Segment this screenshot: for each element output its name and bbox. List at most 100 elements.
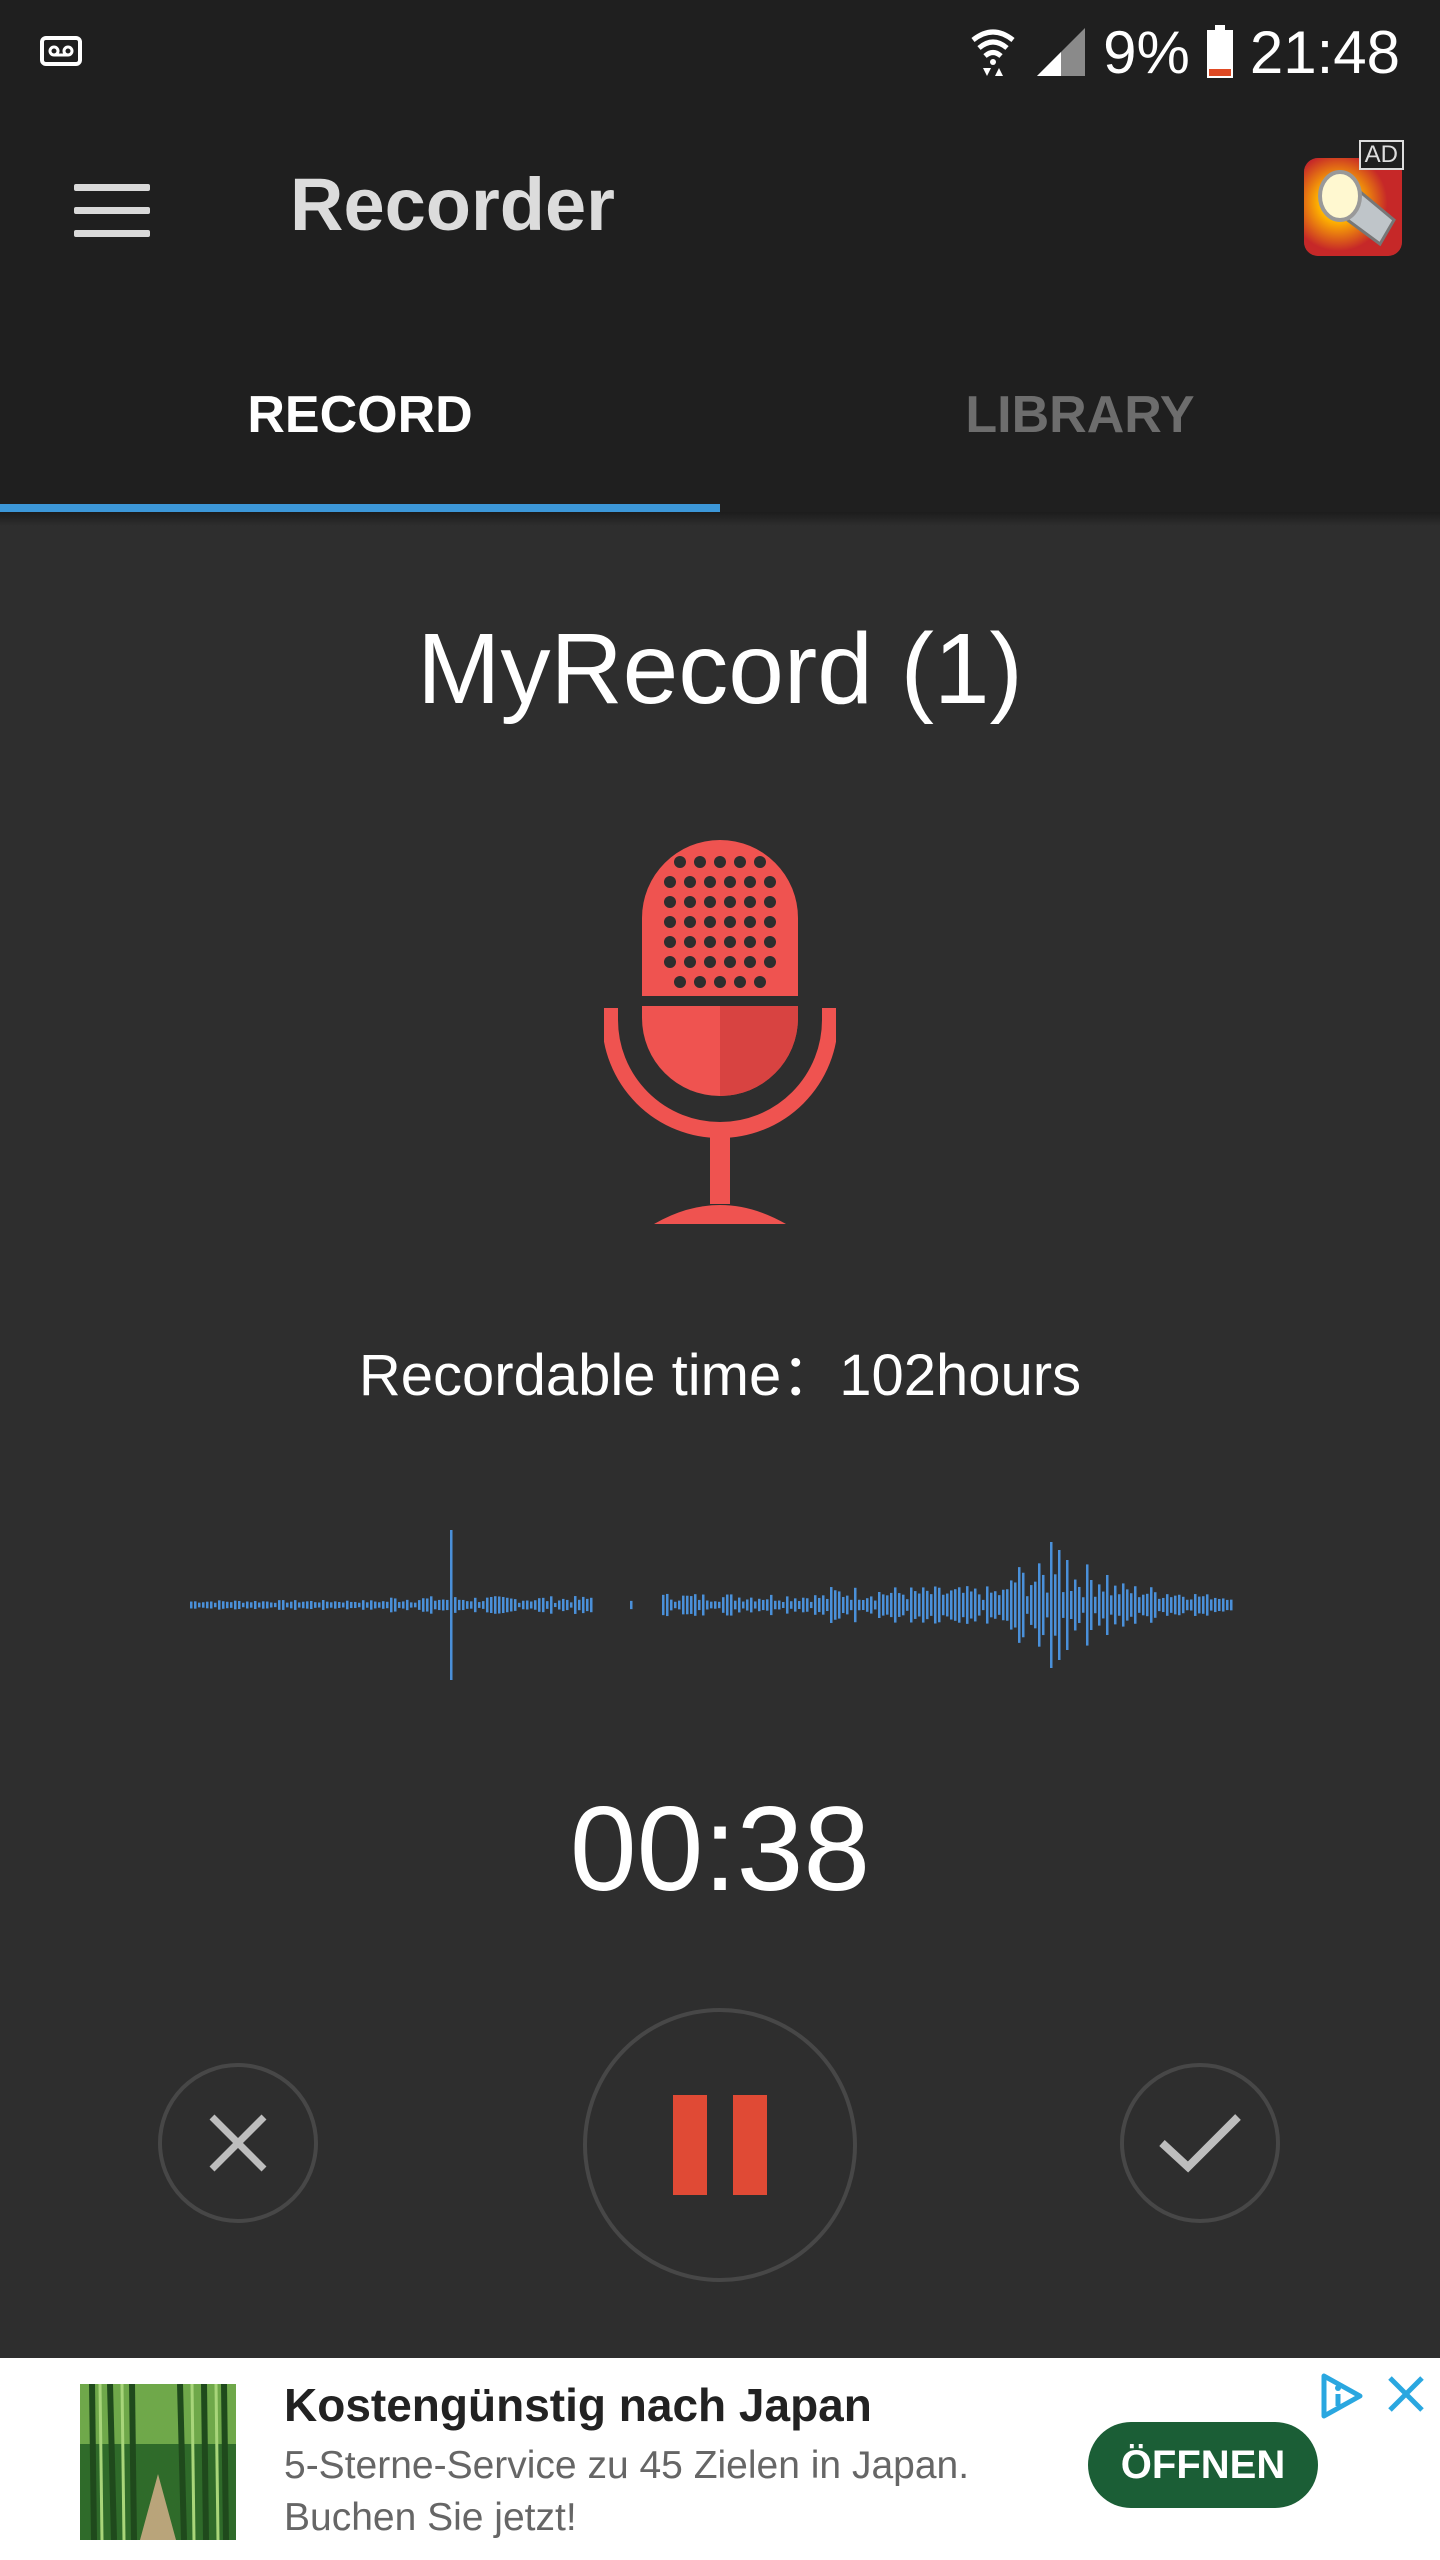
tab-library[interactable]: LIBRARY	[720, 318, 1440, 512]
waveform-bar	[662, 1594, 665, 1616]
waveform-bar	[274, 1602, 277, 1608]
waveform-bar	[402, 1601, 405, 1609]
waveform-bar	[870, 1596, 873, 1614]
waveform-bar	[1018, 1567, 1021, 1643]
waveform-bar	[1086, 1564, 1089, 1646]
waveform-bar	[1182, 1596, 1185, 1614]
waveform-bar	[302, 1601, 305, 1609]
waveform-bar	[1102, 1591, 1105, 1619]
waveform-bar	[306, 1601, 309, 1609]
waveform-bar	[198, 1602, 201, 1608]
waveform-bar	[706, 1600, 709, 1610]
tab-shadow	[0, 512, 1440, 526]
waveform-bar	[250, 1602, 253, 1608]
waveform-bar	[930, 1594, 933, 1616]
waveform-bar	[470, 1601, 473, 1609]
waveform-bar	[822, 1595, 825, 1615]
cancel-button[interactable]	[158, 2063, 318, 2223]
waveform-bar	[1206, 1594, 1209, 1616]
waveform-bar	[846, 1595, 849, 1615]
waveform-bar	[254, 1600, 257, 1610]
waveform-bar	[334, 1601, 337, 1609]
waveform-bar	[1002, 1589, 1005, 1621]
waveform-bar	[842, 1596, 845, 1614]
waveform-bar	[670, 1599, 673, 1611]
waveform-bar	[1214, 1597, 1217, 1613]
waveform-bar	[690, 1596, 693, 1614]
pause-button[interactable]	[583, 2008, 857, 2282]
waveform-bar	[458, 1599, 461, 1611]
waveform-bar	[390, 1597, 393, 1613]
waveform-bar	[314, 1602, 317, 1608]
waveform-bar	[1038, 1563, 1041, 1647]
waveform-bar	[958, 1587, 961, 1623]
tab-record[interactable]: RECORD	[0, 318, 720, 512]
menu-button[interactable]	[58, 174, 168, 254]
waveform-bar	[790, 1601, 793, 1609]
waveform-bar	[494, 1596, 497, 1614]
waveform-bar	[414, 1602, 417, 1608]
ad-banner[interactable]: Kostengünstig nach Japan 5-Sterne-Servic…	[0, 2358, 1440, 2560]
waveform-bar	[910, 1587, 913, 1623]
waveform-bar	[530, 1601, 533, 1609]
ad-open-button[interactable]: ÖFFNEN	[1088, 2422, 1318, 2508]
ad-body: 5-Sterne-Service zu 45 Zielen in Japan. …	[284, 2444, 970, 2539]
waveform-bar	[438, 1599, 441, 1611]
ad-headline: Kostengünstig nach Japan	[284, 2379, 872, 2431]
waveform-bar	[326, 1601, 329, 1609]
waveform-bar	[386, 1601, 389, 1609]
waveform-bar	[338, 1602, 341, 1608]
adchoices-icon[interactable]	[1318, 2372, 1366, 2420]
waveform-bar	[702, 1594, 705, 1616]
waveform-bar	[1006, 1589, 1009, 1621]
waveform-bar	[570, 1602, 573, 1608]
hamburger-icon-line	[74, 230, 150, 237]
waveform-bar	[586, 1598, 589, 1612]
waveform-bar	[774, 1600, 777, 1610]
waveform-bar	[678, 1600, 681, 1610]
waveform-bar	[566, 1599, 569, 1611]
waveform-bar	[538, 1598, 541, 1612]
waveform-bar	[1082, 1597, 1085, 1613]
save-button[interactable]	[1120, 2063, 1280, 2223]
waveform-bar	[914, 1591, 917, 1619]
waveform-bar	[874, 1600, 877, 1610]
waveform-bar	[1050, 1542, 1053, 1668]
waveform-bar	[1090, 1579, 1093, 1631]
waveform-bar	[830, 1587, 833, 1623]
waveform-bar	[878, 1591, 881, 1619]
waveform-bar	[278, 1600, 281, 1610]
waveform-bar	[378, 1602, 381, 1608]
waveform-bar	[998, 1595, 1001, 1615]
waveform-bar	[714, 1601, 717, 1609]
waveform-bar	[1078, 1586, 1081, 1624]
waveform-bar	[954, 1589, 957, 1621]
waveform-bar	[446, 1599, 449, 1611]
waveform-bar	[782, 1601, 785, 1609]
waveform-bar	[526, 1600, 529, 1610]
waveform-bar	[962, 1592, 965, 1618]
battery-icon	[1206, 25, 1233, 78]
hamburger-icon	[74, 184, 150, 191]
tab-bar: RECORD LIBRARY	[0, 318, 1440, 512]
waveform-bar	[550, 1596, 553, 1614]
waveform-bar	[542, 1597, 545, 1613]
waveform-bar	[902, 1594, 905, 1616]
waveform-bar	[1166, 1594, 1169, 1616]
waveform-bar	[1138, 1597, 1141, 1613]
bamboo-forest-image	[80, 2384, 236, 2540]
waveform-bar	[462, 1599, 465, 1611]
waveform-bar	[590, 1597, 593, 1613]
waveform-bar	[898, 1593, 901, 1617]
waveform-bar	[234, 1600, 237, 1610]
tab-indicator	[0, 504, 720, 512]
waveform-bar	[194, 1601, 197, 1609]
waveform-bar	[1054, 1574, 1057, 1636]
waveform-bar	[918, 1593, 921, 1617]
ad-app-icon[interactable]: AD	[1294, 140, 1406, 260]
waveform-bar	[270, 1602, 273, 1608]
waveform-bar	[230, 1602, 233, 1608]
check-icon	[1159, 2114, 1241, 2173]
waveform-bar	[262, 1601, 265, 1609]
close-ad-icon[interactable]	[1384, 2372, 1428, 2416]
